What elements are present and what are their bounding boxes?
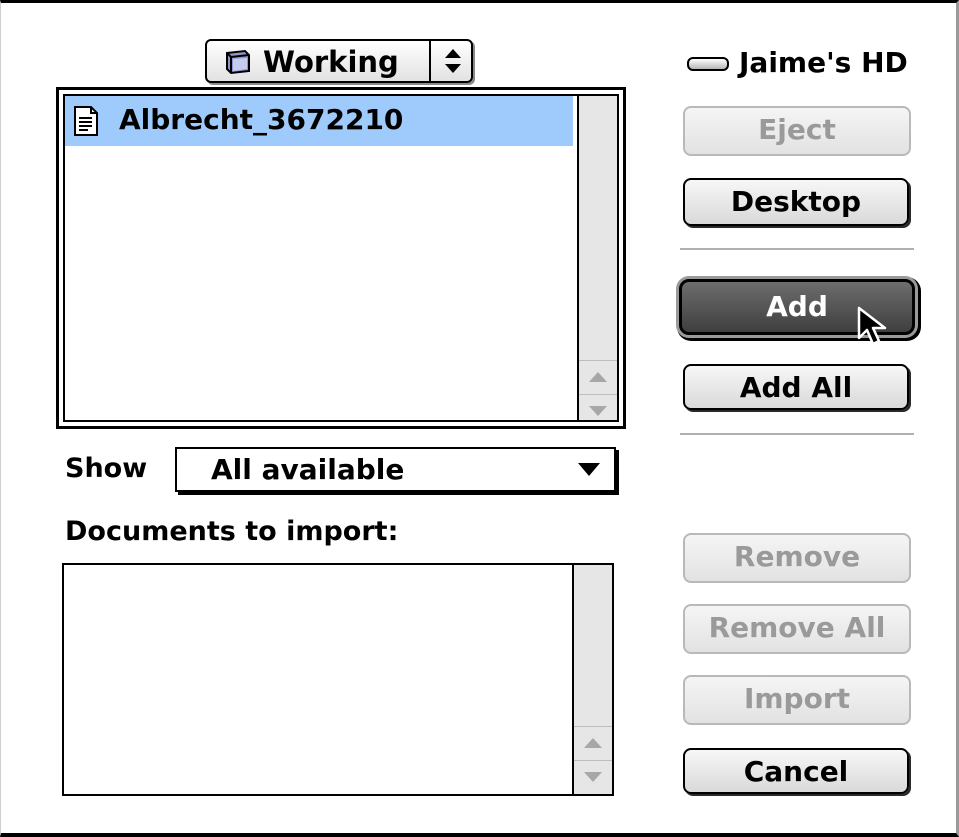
separator xyxy=(680,248,914,250)
hard-drive-icon xyxy=(687,57,729,71)
file-list-scrollbar[interactable] xyxy=(577,96,617,420)
file-list: Albrecht_3672210 xyxy=(56,87,626,429)
chevron-down-icon xyxy=(578,463,600,476)
scroll-up-arrow-icon xyxy=(584,738,602,748)
up-down-arrows-icon xyxy=(441,47,465,75)
scroll-up-arrow-icon xyxy=(589,372,607,382)
scroll-down-arrow-icon xyxy=(589,406,607,416)
show-label: Show xyxy=(65,453,148,484)
scroll-down-button[interactable] xyxy=(574,760,612,794)
file-list-viewport: Albrecht_3672210 xyxy=(63,94,619,422)
folder-popup[interactable]: Working xyxy=(205,39,473,83)
popup-divider xyxy=(429,41,431,81)
scroll-up-button[interactable] xyxy=(574,726,612,760)
documents-to-import-label: Documents to import: xyxy=(65,516,399,547)
scroll-down-button[interactable] xyxy=(579,394,617,420)
eject-button[interactable]: Eject xyxy=(683,106,911,156)
desktop-button[interactable]: Desktop xyxy=(683,178,909,226)
cancel-button[interactable]: Cancel xyxy=(683,748,909,794)
scroll-down-arrow-icon xyxy=(584,772,602,782)
mouse-pointer-icon xyxy=(857,306,887,346)
file-list-item[interactable]: Albrecht_3672210 xyxy=(65,96,573,146)
file-name: Albrecht_3672210 xyxy=(119,103,404,136)
import-dialog: Working Albrecht_3672210 Show All availa… xyxy=(0,0,959,837)
volume-name: Jaime's HD xyxy=(739,46,908,79)
remove-button[interactable]: Remove xyxy=(683,533,911,583)
folder-popup-label: Working xyxy=(263,45,399,79)
import-button[interactable]: Import xyxy=(683,675,911,725)
document-icon xyxy=(73,105,99,137)
scroll-up-button[interactable] xyxy=(579,360,617,394)
import-list-scrollbar[interactable] xyxy=(572,565,612,794)
add-all-button[interactable]: Add All xyxy=(683,364,909,410)
folder-icon xyxy=(223,49,251,75)
show-popup-value: All available xyxy=(211,453,405,486)
show-popup[interactable]: All available xyxy=(175,447,616,492)
remove-all-button[interactable]: Remove All xyxy=(683,604,911,654)
documents-to-import-list xyxy=(62,563,614,796)
separator xyxy=(680,433,914,435)
